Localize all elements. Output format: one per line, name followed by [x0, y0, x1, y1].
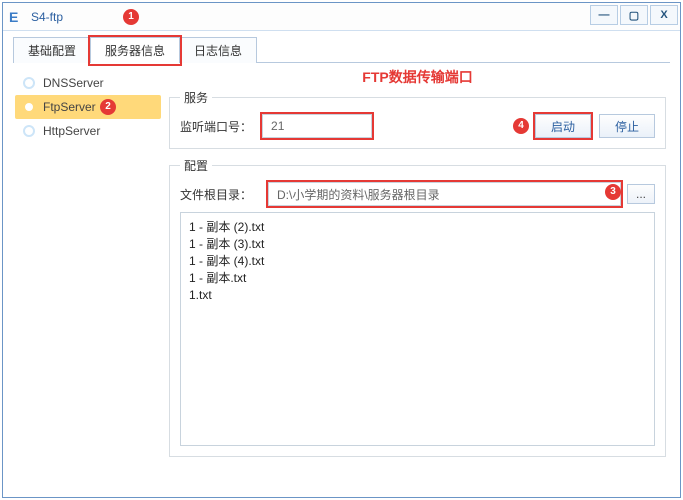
titlebar: E S4-ftp 1 — ▢ X [3, 3, 680, 31]
callout-2: 2 [100, 99, 116, 115]
tab-server-info[interactable]: 服务器信息 [90, 37, 180, 63]
config-fieldset: 配置 文件根目录： 3 ... 1 - 副本 (2).txt 1 - 副本 (3… [169, 157, 666, 457]
port-input[interactable] [262, 114, 372, 138]
sidebar: DNSServer FtpServer 2 HttpServer [13, 67, 163, 487]
content: DNSServer FtpServer 2 HttpServer FTP数据传输… [13, 63, 670, 487]
app-icon: E [9, 9, 25, 25]
callout-1: 1 [123, 9, 139, 25]
tabs: 基础配置 服务器信息 日志信息 [13, 37, 670, 63]
list-item[interactable]: 1.txt [189, 287, 646, 304]
start-button[interactable]: 启动 [535, 114, 591, 138]
sidebar-item-ftpserver[interactable]: FtpServer 2 [15, 95, 161, 119]
root-label: 文件根目录： [180, 186, 252, 203]
sidebar-item-label: DNSServer [43, 76, 104, 90]
app-window: E S4-ftp 1 — ▢ X 基础配置 服务器信息 日志信息 DNSServ… [2, 2, 681, 498]
port-label: 监听端口号： [180, 118, 252, 135]
window-title: S4-ftp [31, 10, 63, 24]
bullet-icon [23, 125, 35, 137]
list-item[interactable]: 1 - 副本 (4).txt [189, 253, 646, 270]
sidebar-item-dnsserver[interactable]: DNSServer [15, 71, 161, 95]
bullet-icon [23, 101, 35, 113]
callout-4: 4 [513, 118, 529, 134]
root-dir-input[interactable] [268, 182, 621, 206]
window-controls: — ▢ X [588, 5, 678, 25]
main: FTP数据传输端口 服务 监听端口号： 4 启动 停止 [163, 67, 670, 487]
body: 基础配置 服务器信息 日志信息 DNSServer FtpServer 2 Ht [3, 31, 680, 497]
service-legend: 服务 [180, 89, 212, 106]
maximize-button[interactable]: ▢ [620, 5, 648, 25]
minimize-button[interactable]: — [590, 5, 618, 25]
list-item[interactable]: 1 - 副本 (2).txt [189, 219, 646, 236]
service-fieldset: 服务 监听端口号： 4 启动 停止 [169, 89, 666, 149]
sidebar-item-label: HttpServer [43, 124, 100, 138]
config-legend: 配置 [180, 157, 212, 174]
page-heading: FTP数据传输端口 [169, 67, 666, 87]
tab-basic-config[interactable]: 基础配置 [13, 37, 91, 63]
list-item[interactable]: 1 - 副本.txt [189, 270, 646, 287]
sidebar-item-httpserver[interactable]: HttpServer [15, 119, 161, 143]
bullet-icon [23, 77, 35, 89]
sidebar-item-label: FtpServer [43, 100, 96, 114]
close-button[interactable]: X [650, 5, 678, 25]
browse-button[interactable]: ... [627, 184, 655, 204]
list-item[interactable]: 1 - 副本 (3).txt [189, 236, 646, 253]
stop-button[interactable]: 停止 [599, 114, 655, 138]
tab-log-info[interactable]: 日志信息 [179, 37, 257, 63]
file-list[interactable]: 1 - 副本 (2).txt 1 - 副本 (3).txt 1 - 副本 (4)… [180, 212, 655, 446]
